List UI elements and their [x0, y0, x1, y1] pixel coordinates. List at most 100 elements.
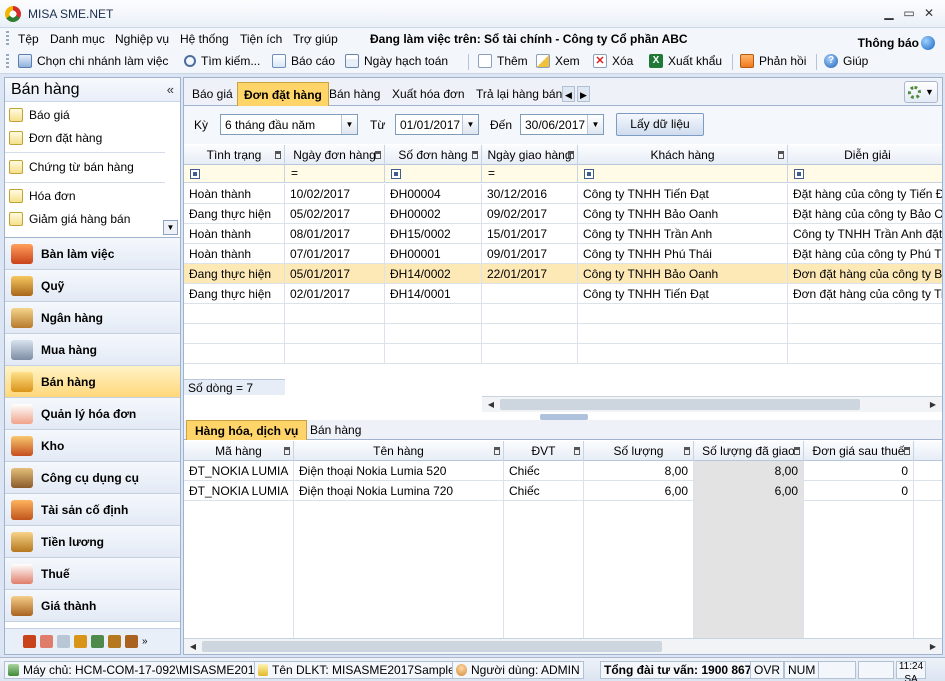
- period-select[interactable]: 6 tháng đầu năm ▼: [220, 114, 358, 135]
- pin-icon[interactable]: [284, 447, 290, 455]
- nav-item-sales[interactable]: Bán hàng: [5, 366, 180, 398]
- cash-mini-icon[interactable]: [74, 635, 87, 648]
- to-date-input[interactable]: 30/06/2017 ▼: [520, 114, 604, 135]
- table-row[interactable]: Đang thực hiện 02/01/2017 ĐH14/0001 Công ty…: [184, 284, 942, 304]
- scroll-right-icon[interactable]: ▶: [926, 640, 940, 654]
- table-cell[interactable]: Chiếc: [504, 481, 584, 501]
- table-cell[interactable]: Chiếc: [504, 461, 584, 481]
- table-cell[interactable]: 0: [804, 461, 914, 481]
- desk-mini-icon[interactable]: [23, 635, 36, 648]
- cost-mini-icon[interactable]: [125, 635, 138, 648]
- table-row[interactable]: Hoàn thành 10/02/2017 ĐH00004 30/12/2016 Côn…: [184, 184, 942, 204]
- table-cell[interactable]: 6,00: [694, 481, 804, 501]
- menu-catalog[interactable]: Danh mục: [50, 32, 105, 46]
- sub-item-sales-voucher[interactable]: Chứng từ bán hàng: [9, 160, 134, 174]
- nav-item-cash[interactable]: Quỹ: [5, 270, 180, 302]
- pin-icon[interactable]: [375, 151, 381, 159]
- col-unit[interactable]: ĐVT: [504, 441, 584, 461]
- table-row[interactable]: ĐT_NOKIA LUMIA Điện thoại Nokia Lumia 520…: [184, 461, 942, 481]
- chevron-down-icon[interactable]: ▼: [587, 115, 603, 134]
- pin-icon[interactable]: [778, 151, 784, 159]
- table-cell[interactable]: Công ty TNHH Tiến Đạt: [578, 284, 788, 304]
- chevron-down-icon[interactable]: ▼: [462, 115, 478, 134]
- table-cell[interactable]: Đang thực hiện: [184, 264, 285, 284]
- menu-file[interactable]: Tệp: [18, 32, 39, 46]
- table-cell[interactable]: Đặt hàng của công ty Phú Thái: [788, 244, 942, 264]
- filter-icon[interactable]: [584, 169, 594, 179]
- close-icon[interactable]: ✕: [921, 5, 937, 21]
- minimize-icon[interactable]: ▁: [881, 5, 897, 21]
- table-cell[interactable]: Công ty TNHH Phú Thái: [578, 244, 788, 264]
- more-icon[interactable]: »: [142, 636, 148, 647]
- table-cell[interactable]: 8,00: [694, 461, 804, 481]
- scroll-left-icon[interactable]: ◀: [484, 398, 498, 412]
- view-button[interactable]: Xem: [536, 54, 580, 68]
- table-row[interactable]: ĐT_NOKIA LUMIA Điện thoại Nokia Lumina 72…: [184, 481, 942, 501]
- globe-icon[interactable]: [921, 36, 935, 50]
- table-cell[interactable]: Đang thực hiện: [184, 204, 285, 224]
- feedback-button[interactable]: Phản hồi: [740, 54, 806, 68]
- nav-item-cost[interactable]: Giá thành: [5, 590, 180, 622]
- nav-item-warehouse[interactable]: Kho: [5, 430, 180, 462]
- tab-goods-services[interactable]: Hàng hóa, dịch vụ: [186, 420, 308, 440]
- col-item-name[interactable]: Tên hàng: [294, 441, 504, 461]
- filter-cell[interactable]: [385, 165, 482, 183]
- table-cell[interactable]: ĐH00002: [385, 204, 482, 224]
- equals-icon[interactable]: =: [291, 166, 298, 180]
- scroll-left-icon[interactable]: ◀: [186, 640, 200, 654]
- pin-icon[interactable]: [574, 447, 580, 455]
- tab-next-icon[interactable]: ▶: [577, 86, 590, 102]
- table-cell[interactable]: 15/01/2017: [482, 224, 578, 244]
- tools-mini-icon[interactable]: [91, 635, 104, 648]
- pin-icon[interactable]: [684, 447, 690, 455]
- delete-button[interactable]: ✕ Xóa: [593, 54, 633, 68]
- salary-mini-icon[interactable]: [108, 635, 121, 648]
- invoice-mini-icon[interactable]: [40, 635, 53, 648]
- table-cell[interactable]: 05/01/2017: [285, 264, 385, 284]
- filter-cell[interactable]: =: [482, 165, 578, 183]
- table-cell[interactable]: ĐH14/0001: [385, 284, 482, 304]
- report-mini-icon[interactable]: [57, 635, 70, 648]
- table-cell[interactable]: Điện thoại Nokia Lumia 520: [294, 461, 504, 481]
- table-cell[interactable]: 22/01/2017: [482, 264, 578, 284]
- table-cell[interactable]: Hoàn thành: [184, 244, 285, 264]
- sub-item-quote[interactable]: Báo giá: [9, 108, 70, 122]
- search-button[interactable]: Tìm kiếm...: [184, 54, 260, 68]
- menu-system[interactable]: Hệ thống: [180, 32, 229, 46]
- pin-icon[interactable]: [494, 447, 500, 455]
- tab-sales-order[interactable]: Đơn đặt hàng: [237, 82, 329, 106]
- table-cell[interactable]: 8,00: [584, 461, 694, 481]
- table-cell[interactable]: ĐH14/0002: [385, 264, 482, 284]
- nav-item-purchase[interactable]: Mua hàng: [5, 334, 180, 366]
- table-cell[interactable]: Công ty TNHH Trần Anh: [578, 224, 788, 244]
- table-cell[interactable]: Đơn đặt hàng của công ty Bảo Oanh: [788, 264, 942, 284]
- table-cell[interactable]: Đang thực hiện: [184, 284, 285, 304]
- table-row[interactable]: Đang thực hiện 05/01/2017 ĐH14/0002 22/01/2…: [184, 264, 942, 284]
- branch-button[interactable]: Chọn chi nhánh làm việc: [18, 54, 168, 68]
- col-delivery-date[interactable]: Ngày giao hàng: [482, 145, 578, 165]
- col-order-date[interactable]: Ngày đơn hàng: [285, 145, 385, 165]
- tab-prev-icon[interactable]: ◀: [562, 86, 575, 102]
- col-customer[interactable]: Khách hàng: [578, 145, 788, 165]
- table-cell[interactable]: Công ty TNHH Trần Anh đặt hàng: [788, 224, 942, 244]
- nav-item-bank[interactable]: Ngân hàng: [5, 302, 180, 334]
- table-cell[interactable]: 10/02/2017: [285, 184, 385, 204]
- filter-cell[interactable]: =: [285, 165, 385, 183]
- nav-item-tax[interactable]: Thuế: [5, 558, 180, 590]
- scroll-thumb[interactable]: [500, 399, 860, 410]
- table-cell[interactable]: 07/01/2017: [285, 244, 385, 264]
- table-cell[interactable]: 05/02/2017: [285, 204, 385, 224]
- report-button[interactable]: Báo cáo: [272, 54, 335, 68]
- table-cell[interactable]: ĐH15/0002: [385, 224, 482, 244]
- col-unit-price[interactable]: Đơn giá sau thuế: [804, 441, 914, 461]
- table-cell[interactable]: Công ty TNHH Tiến Đạt: [578, 184, 788, 204]
- sub-item-sales-discount[interactable]: Giảm giá hàng bán: [9, 212, 130, 226]
- table-cell[interactable]: 30/12/2016: [482, 184, 578, 204]
- pin-icon[interactable]: [275, 151, 281, 159]
- nav-item-fixed-assets[interactable]: Tài sản cố định: [5, 494, 180, 526]
- table-cell[interactable]: Đặt hàng của công ty Tiến Đạt: [788, 184, 942, 204]
- filter-cell[interactable]: [788, 165, 942, 183]
- table-cell[interactable]: Công ty TNHH Bảo Oanh: [578, 204, 788, 224]
- detail-scrollbar[interactable]: ◀ ▶: [184, 638, 942, 654]
- table-cell[interactable]: Đơn đặt hàng của công ty Tiến Đạt: [788, 284, 942, 304]
